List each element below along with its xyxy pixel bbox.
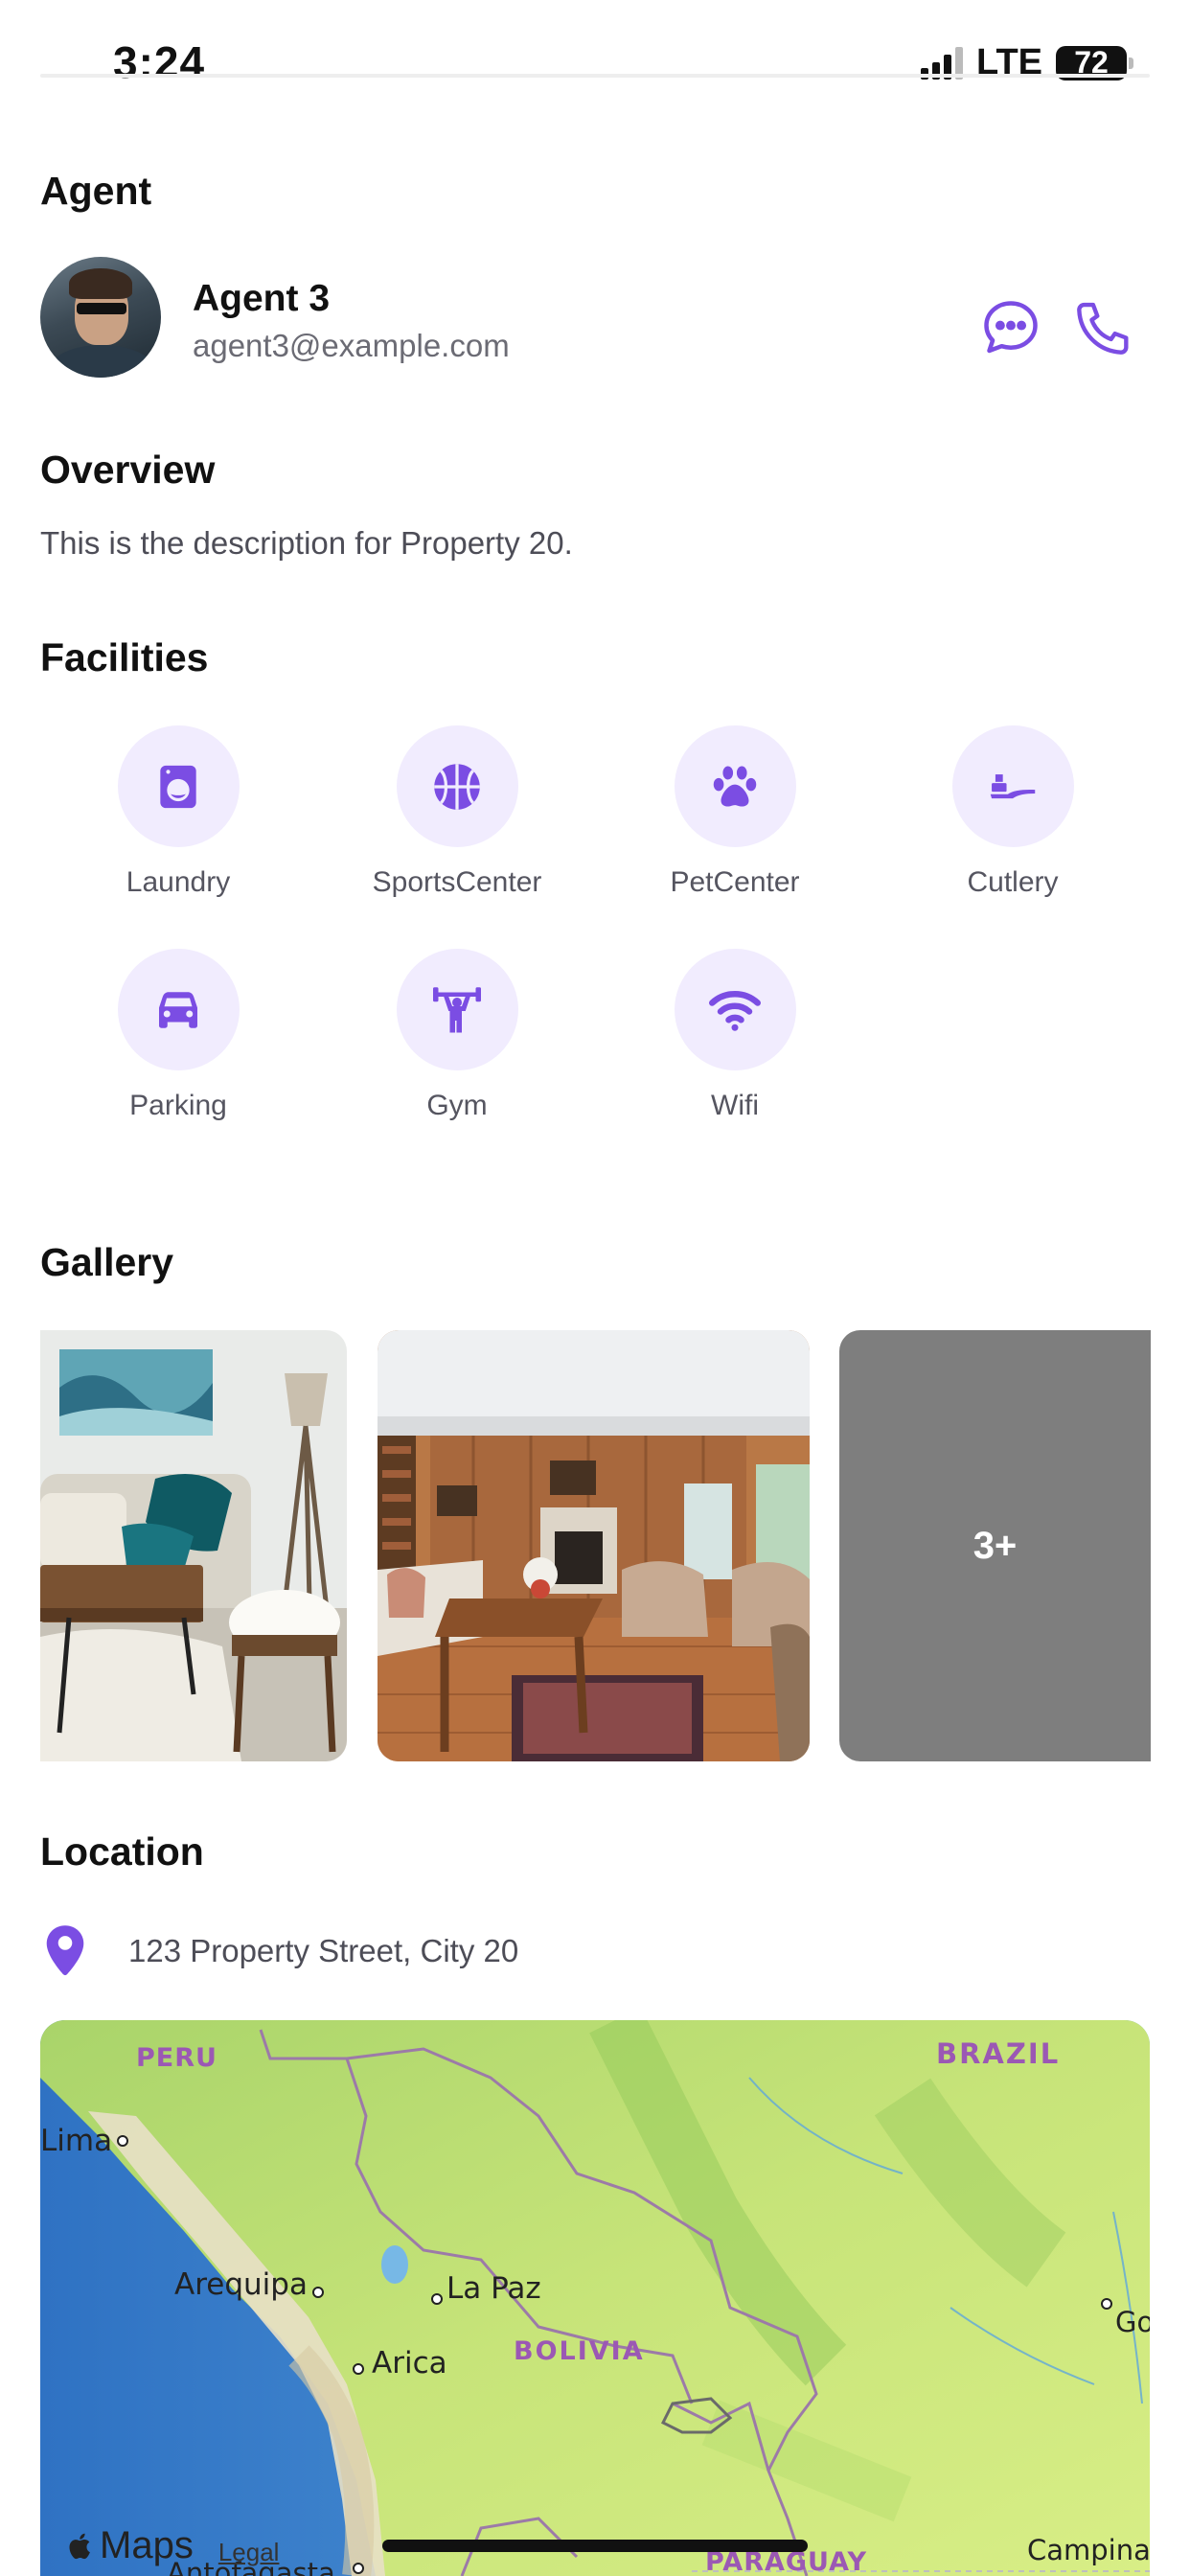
location-map[interactable]: PERU BRAZIL Lima Arequipa La Paz Arica B… bbox=[40, 2020, 1150, 2576]
facility-sportscenter[interactable]: SportsCenter bbox=[342, 725, 572, 899]
maps-attribution: Maps Legal bbox=[67, 2524, 279, 2567]
location-address-row: 123 Property Street, City 20 bbox=[40, 1922, 518, 1980]
car-icon bbox=[159, 991, 197, 1028]
agent-name: Agent 3 bbox=[193, 278, 331, 319]
apple-logo-icon bbox=[69, 2533, 90, 2559]
map-label-go: Go bbox=[1115, 2306, 1150, 2338]
chat-bubble-icon bbox=[984, 301, 1038, 354]
gallery-more-label: 3+ bbox=[973, 1524, 1018, 1567]
message-button[interactable] bbox=[973, 289, 1049, 366]
call-button[interactable] bbox=[1065, 289, 1142, 366]
facility-label: Cutlery bbox=[967, 866, 1059, 898]
location-title: Location bbox=[40, 1829, 204, 1874]
basketball-icon bbox=[434, 763, 480, 810]
gallery-image-2[interactable] bbox=[378, 1330, 810, 1761]
agent-section-title: Agent bbox=[40, 169, 152, 213]
facility-label: SportsCenter bbox=[372, 866, 542, 898]
status-time: 3:24 bbox=[113, 37, 206, 87]
facility-petcenter[interactable]: PetCenter bbox=[620, 725, 850, 899]
cutlery-icon bbox=[990, 773, 1036, 798]
maps-brand: Maps bbox=[100, 2524, 194, 2566]
facility-gym[interactable]: Gym bbox=[342, 949, 572, 1122]
map-label-brazil: BRAZIL bbox=[936, 2037, 1061, 2070]
weightlifter-icon bbox=[433, 986, 481, 1032]
avatar bbox=[40, 257, 161, 378]
facility-laundry[interactable]: Laundry bbox=[63, 725, 293, 899]
facility-parking[interactable]: Parking bbox=[63, 949, 293, 1122]
status-bar: 3:24 LTE 72 bbox=[0, 0, 1190, 87]
overview-title: Overview bbox=[40, 448, 216, 492]
map-label-peru: PERU bbox=[136, 2043, 217, 2073]
location-pin-icon bbox=[46, 1925, 84, 1976]
map-label-bolivia: BOLIVIA bbox=[514, 2336, 645, 2366]
facility-label: PetCenter bbox=[670, 866, 800, 898]
facility-wifi[interactable]: Wifi bbox=[620, 949, 850, 1122]
facility-label: Laundry bbox=[126, 866, 231, 898]
map-label-lima: Lima bbox=[40, 2124, 113, 2158]
header-divider bbox=[40, 74, 1150, 78]
map-label-campinas: Campina bbox=[1027, 2534, 1150, 2566]
overview-description: This is the description for Property 20. bbox=[40, 525, 573, 561]
map-label-arica: Arica bbox=[372, 2346, 447, 2380]
facility-cutlery[interactable]: Cutlery bbox=[898, 725, 1128, 899]
facility-label: Parking bbox=[129, 1090, 227, 1121]
wifi-icon bbox=[709, 990, 761, 1031]
facility-label: Wifi bbox=[711, 1090, 759, 1121]
paw-icon bbox=[713, 765, 757, 807]
map-label-arequipa: Arequipa bbox=[174, 2267, 308, 2302]
facility-label: Gym bbox=[426, 1090, 488, 1121]
gallery-title: Gallery bbox=[40, 1240, 174, 1284]
map-legal-link[interactable]: Legal bbox=[218, 2538, 280, 2567]
washing-machine-icon bbox=[160, 765, 196, 808]
agent-email: agent3@example.com bbox=[193, 328, 510, 363]
gallery-image-1[interactable] bbox=[40, 1330, 347, 1761]
gallery-more-button[interactable]: 3+ bbox=[839, 1330, 1151, 1761]
facilities-title: Facilities bbox=[40, 635, 209, 679]
home-indicator[interactable] bbox=[382, 2540, 808, 2552]
phone-icon bbox=[1077, 302, 1129, 355]
location-address: 123 Property Street, City 20 bbox=[128, 1933, 519, 1968]
map-label-la-paz: La Paz bbox=[446, 2271, 541, 2306]
